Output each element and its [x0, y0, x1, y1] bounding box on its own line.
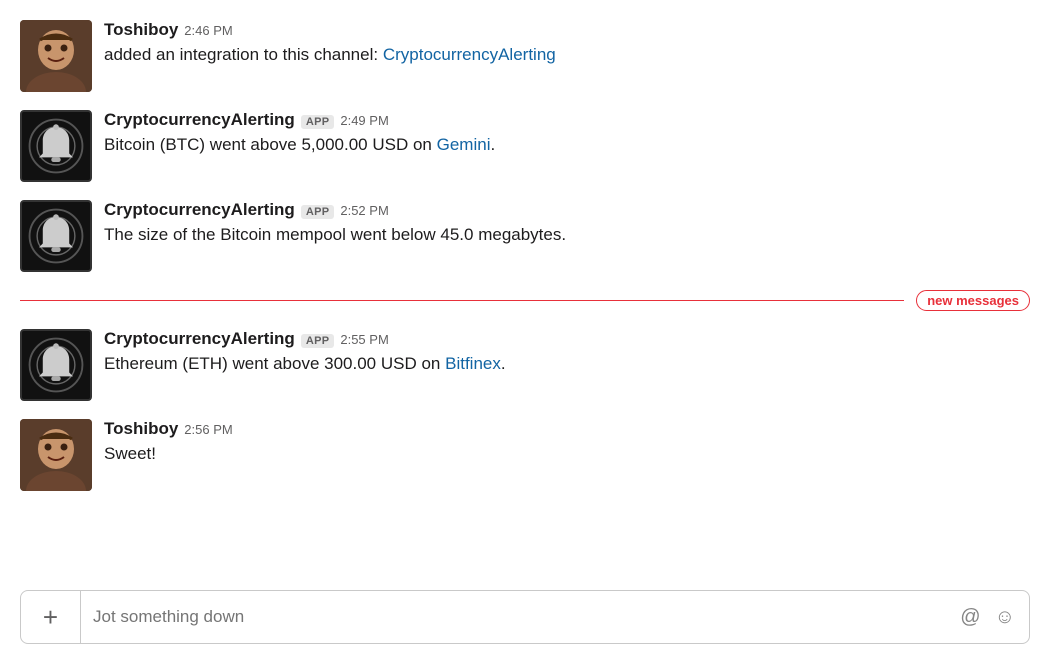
message-text: Sweet! — [104, 442, 1030, 467]
sender-name: CryptocurrencyAlerting — [104, 200, 295, 220]
app-badge: APP — [301, 205, 335, 219]
message-input-area[interactable]: + @ ☺ — [20, 590, 1030, 644]
divider-line — [20, 300, 904, 301]
message-header: Toshiboy 2:56 PM — [104, 419, 1030, 439]
message-header: Toshiboy 2:46 PM — [104, 20, 1030, 40]
message-header: CryptocurrencyAlerting APP 2:52 PM — [104, 200, 1030, 220]
avatar — [20, 200, 92, 272]
message-content: Toshiboy 2:56 PM Sweet! — [104, 419, 1030, 467]
app-badge: APP — [301, 334, 335, 348]
message-input[interactable] — [81, 591, 946, 643]
timestamp: 2:55 PM — [340, 332, 388, 347]
timestamp: 2:52 PM — [340, 203, 388, 218]
message-item: Toshiboy 2:46 PM added an integration to… — [20, 20, 1030, 92]
messages-container: Toshiboy 2:46 PM added an integration to… — [0, 0, 1050, 580]
new-messages-badge: new messages — [916, 290, 1030, 311]
message-content: CryptocurrencyAlerting APP 2:55 PM Ether… — [104, 329, 1030, 377]
new-messages-divider: new messages — [20, 290, 1030, 311]
timestamp: 2:56 PM — [184, 422, 232, 437]
sender-name: Toshiboy — [104, 20, 178, 40]
message-text-suffix: . — [490, 135, 495, 154]
sender-name: CryptocurrencyAlerting — [104, 329, 295, 349]
sender-name: Toshiboy — [104, 419, 178, 439]
add-button[interactable]: + — [21, 591, 81, 643]
message-text: Bitcoin (BTC) went above 5,000.00 USD on… — [104, 133, 1030, 158]
at-icon[interactable]: @ — [960, 607, 980, 627]
message-item: CryptocurrencyAlerting APP 2:55 PM Ether… — [20, 329, 1030, 401]
message-item: CryptocurrencyAlerting APP 2:49 PM Bitco… — [20, 110, 1030, 182]
message-text: Ethereum (ETH) went above 300.00 USD on … — [104, 352, 1030, 377]
message-header: CryptocurrencyAlerting APP 2:55 PM — [104, 329, 1030, 349]
message-text-plain: Bitcoin (BTC) went above 5,000.00 USD on — [104, 135, 437, 154]
message-text-plain: Ethereum (ETH) went above 300.00 USD on — [104, 354, 445, 373]
message-text-plain: Sweet! — [104, 444, 156, 463]
message-text-plain: added an integration to this channel: — [104, 45, 383, 64]
input-icon-group: @ ☺ — [946, 607, 1029, 627]
message-text-suffix: . — [501, 354, 506, 373]
avatar — [20, 419, 92, 491]
timestamp: 2:46 PM — [184, 23, 232, 38]
message-text: The size of the Bitcoin mempool went bel… — [104, 223, 1030, 248]
message-content: Toshiboy 2:46 PM added an integration to… — [104, 20, 1030, 68]
message-text-plain: The size of the Bitcoin mempool went bel… — [104, 225, 566, 244]
message-text: added an integration to this channel: Cr… — [104, 43, 1030, 68]
message-item: CryptocurrencyAlerting APP 2:52 PM The s… — [20, 200, 1030, 272]
message-header: CryptocurrencyAlerting APP 2:49 PM — [104, 110, 1030, 130]
message-item: Toshiboy 2:56 PM Sweet! — [20, 419, 1030, 491]
emoji-icon[interactable]: ☺ — [995, 607, 1015, 627]
avatar — [20, 329, 92, 401]
avatar — [20, 110, 92, 182]
app-badge: APP — [301, 115, 335, 129]
timestamp: 2:49 PM — [340, 113, 388, 128]
avatar — [20, 20, 92, 92]
sender-name: CryptocurrencyAlerting — [104, 110, 295, 130]
cryptocurrency-alerting-link[interactable]: CryptocurrencyAlerting — [383, 45, 556, 64]
bitfinex-link[interactable]: Bitfinex — [445, 354, 501, 373]
message-content: CryptocurrencyAlerting APP 2:49 PM Bitco… — [104, 110, 1030, 158]
message-content: CryptocurrencyAlerting APP 2:52 PM The s… — [104, 200, 1030, 248]
gemini-link[interactable]: Gemini — [437, 135, 491, 154]
